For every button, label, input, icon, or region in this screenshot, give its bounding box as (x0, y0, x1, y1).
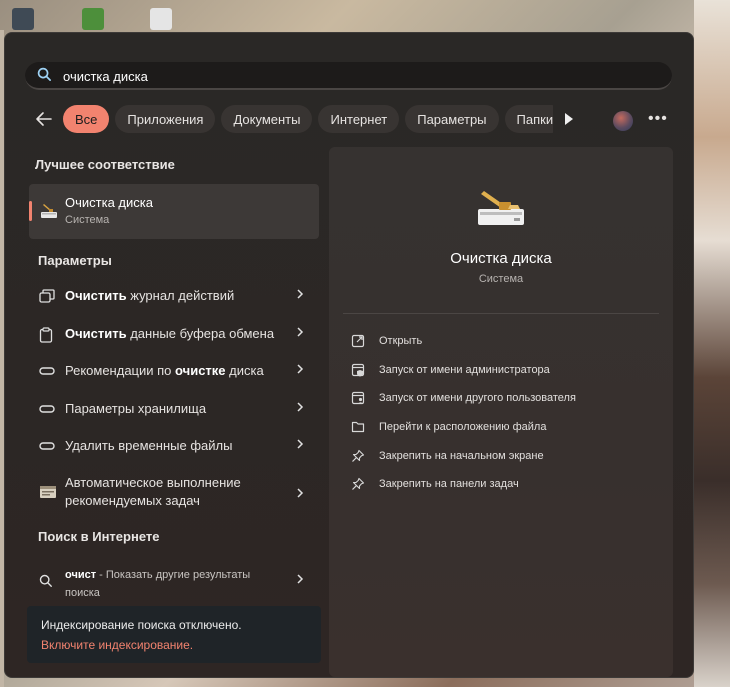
chevron-right-icon (295, 362, 305, 381)
user-switch-icon (351, 391, 365, 410)
activity-history-icon (39, 289, 55, 308)
chevron-right-icon (295, 325, 305, 344)
settings-item-label: Параметры хранилища (65, 401, 207, 416)
divider (343, 313, 659, 314)
action-label: Запуск от имени администратора (379, 364, 550, 376)
settings-item-label: Удалить временные файлы (65, 438, 233, 453)
detail-title: Очистка диска (450, 250, 552, 267)
action-pin-to-start[interactable]: Закрепить на начальном экране (351, 446, 651, 468)
disk-cleanup-icon (474, 187, 528, 236)
filter-chip-web[interactable]: Интернет (318, 105, 400, 133)
clipboard-icon (39, 327, 53, 348)
maintenance-icon (39, 484, 57, 505)
web-search-item[interactable]: очист - Показать другие результаты поиска (29, 568, 319, 604)
action-label: Перейти к расположению файла (379, 421, 547, 433)
search-box[interactable] (25, 62, 672, 90)
start-search-panel: Все Приложения Документы Интернет Параме… (4, 32, 694, 678)
indexing-notice: Индексирование поиска отключено. Включит… (27, 606, 321, 663)
more-options-icon[interactable]: ••• (648, 110, 668, 128)
best-match-name: Очистка диска (65, 195, 153, 210)
desktop-wallpaper (694, 0, 730, 687)
settings-item-clear-activity[interactable]: Очистить журнал действий (29, 279, 319, 313)
drive-icon (39, 402, 55, 420)
detail-subtitle: Система (478, 273, 524, 285)
desktop-icon[interactable] (12, 8, 34, 30)
pin-icon (351, 449, 365, 468)
best-match-item[interactable]: Очистка диска Система (29, 184, 319, 239)
desktop-icon[interactable] (150, 8, 172, 30)
filter-chip-all[interactable]: Все (63, 105, 110, 133)
filter-bar: Все Приложения Документы Интернет Параме… (5, 105, 695, 135)
indexing-message: Индексирование поиска отключено. (41, 618, 242, 632)
disk-cleanup-icon (39, 201, 59, 226)
best-match-heading: Лучшее соответствие (35, 157, 175, 172)
enable-indexing-link[interactable]: Включите индексирование. (41, 638, 193, 652)
action-run-as-other-user[interactable]: Запуск от имени другого пользователя (351, 388, 651, 410)
drive-icon (39, 439, 55, 457)
chevron-right-icon (295, 437, 305, 456)
admin-icon (351, 363, 365, 382)
folder-icon (351, 420, 365, 438)
back-arrow-icon[interactable] (35, 111, 53, 132)
settings-item-label: Очистить данные буфера обмена (65, 326, 275, 341)
filter-chip-settings[interactable]: Параметры (405, 105, 499, 133)
scroll-chips-icon[interactable] (563, 112, 575, 131)
settings-item-label: Автоматическое выполнение рекомендуемых з… (65, 475, 241, 508)
action-open-file-location[interactable]: Перейти к расположению файла (351, 417, 651, 439)
search-icon (37, 67, 52, 87)
settings-heading: Параметры (38, 253, 112, 268)
chevron-right-icon (295, 486, 305, 505)
search-icon (39, 574, 53, 593)
action-run-as-admin[interactable]: Запуск от имени администратора (351, 360, 651, 382)
settings-item-delete-temp[interactable]: Удалить временные файлы (29, 429, 319, 463)
open-icon (351, 334, 365, 353)
search-input[interactable] (61, 66, 665, 86)
desktop-background (0, 0, 730, 34)
detail-pane: Очистка диска Система Открыть Запуск от … (329, 147, 673, 677)
settings-item-storage[interactable]: Параметры хранилища (29, 392, 319, 426)
settings-item-label: Рекомендации по очистке диска (65, 363, 264, 378)
filter-chip-apps[interactable]: Приложения (115, 105, 216, 133)
selection-indicator (29, 201, 32, 221)
settings-item-clear-clipboard[interactable]: Очистить данные буфера обмена (29, 317, 319, 351)
settings-item-label: Очистить журнал действий (65, 288, 235, 303)
action-label: Запуск от имени другого пользователя (379, 392, 576, 404)
action-label: Закрепить на панели задач (379, 478, 519, 490)
action-label: Открыть (379, 335, 423, 347)
settings-item-cleanup-recommendations[interactable]: Рекомендации по очистке диска (29, 354, 319, 388)
drive-icon (39, 364, 55, 382)
action-label: Закрепить на начальном экране (379, 450, 544, 462)
chevron-right-icon (295, 287, 305, 306)
best-match-type: Система (65, 214, 110, 226)
avatar[interactable] (613, 111, 633, 131)
chevron-right-icon (295, 572, 305, 591)
settings-item-auto-tasks[interactable]: Автоматическое выполнение рекомендуемых з… (29, 474, 319, 514)
filter-chips: Все Приложения Документы Интернет Параме… (63, 105, 553, 135)
pin-icon (351, 477, 365, 496)
filter-chip-folders[interactable]: Папки (504, 105, 553, 133)
chevron-right-icon (295, 400, 305, 419)
action-open[interactable]: Открыть (351, 331, 651, 353)
desktop-icon[interactable] (82, 8, 104, 30)
web-search-label: очист - Показать другие результаты поиска (65, 569, 251, 599)
web-search-heading: Поиск в Интернете (38, 529, 160, 544)
filter-chip-documents[interactable]: Документы (221, 105, 313, 133)
action-pin-to-taskbar[interactable]: Закрепить на панели задач (351, 474, 651, 496)
